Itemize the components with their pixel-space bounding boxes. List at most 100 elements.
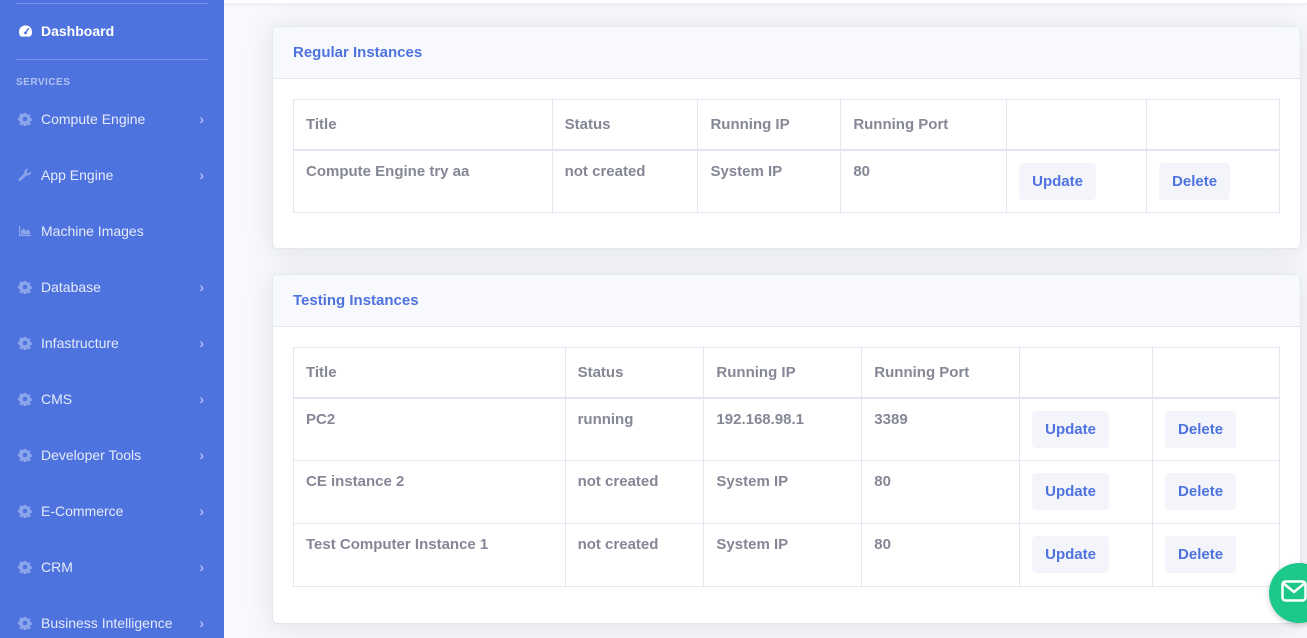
cell-status: not created <box>551 149 699 213</box>
column-header: Running Port <box>861 347 1021 399</box>
chevron-right-icon: › <box>199 391 204 407</box>
chevron-right-icon: › <box>199 559 204 575</box>
regular-instances-table: Title Status Running IP Running Port Comput… <box>293 99 1280 213</box>
cell-port: 80 <box>861 523 1021 587</box>
column-header: Status <box>551 99 699 151</box>
cell-update: Update <box>1006 149 1148 213</box>
column-header <box>1146 99 1280 151</box>
chart-area-icon <box>17 223 33 239</box>
sidebar-item-label: Business Intelligence <box>41 615 173 631</box>
update-button[interactable]: Update <box>1019 162 1096 200</box>
cell-title: PC2 <box>293 397 566 461</box>
table-row: CE instance 2 not created System IP 80 Updat… <box>293 460 1280 524</box>
table-row: Test Computer Instance 1 not created Syste… <box>293 523 1280 587</box>
cell-status: running <box>564 397 705 461</box>
gear-icon <box>17 391 33 407</box>
column-header: Status <box>564 347 705 399</box>
card-title: Regular Instances <box>293 44 423 61</box>
sidebar-item-label: CMS <box>41 391 73 407</box>
cell-update: Update <box>1019 523 1154 587</box>
sidebar-item-e-commerce[interactable]: E-Commerce › <box>0 483 224 539</box>
gear-icon <box>17 279 33 295</box>
chevron-right-icon: › <box>199 447 204 463</box>
sidebar-item-compute-engine[interactable]: Compute Engine › <box>0 91 224 147</box>
chevron-right-icon: › <box>199 167 204 183</box>
card-body: Title Status Running IP Running Port PC2 run… <box>273 327 1300 607</box>
sidebar-item-label: App Engine <box>41 167 114 183</box>
cell-ip: System IP <box>703 523 863 587</box>
sidebar: Dashboard SERVICES Compute Engine › App En… <box>0 0 224 638</box>
cell-update: Update <box>1019 397 1154 461</box>
chevron-right-icon: › <box>199 503 204 519</box>
chevron-right-icon: › <box>199 111 204 127</box>
cell-delete: Delete <box>1152 460 1280 524</box>
column-header <box>1006 99 1148 151</box>
card-header: Regular Instances <box>273 27 1300 79</box>
sidebar-item-crm[interactable]: CRM › <box>0 539 224 595</box>
testing-instances-table: Title Status Running IP Running Port PC2 run… <box>293 347 1280 587</box>
column-header: Running IP <box>697 99 842 151</box>
sidebar-item-dashboard[interactable]: Dashboard <box>0 3 224 59</box>
table-row: Compute Engine try aa not created System I… <box>293 149 1280 213</box>
gear-icon <box>17 447 33 463</box>
cell-delete: Delete <box>1152 397 1280 461</box>
chevron-right-icon: › <box>199 615 204 631</box>
cell-port: 80 <box>861 460 1021 524</box>
topbar <box>224 0 1307 3</box>
wrench-icon <box>17 167 33 183</box>
sidebar-item-cms[interactable]: CMS › <box>0 371 224 427</box>
sidebar-item-label: Infastructure <box>41 335 119 351</box>
cell-ip: 192.168.98.1 <box>703 397 863 461</box>
testing-instances-card: Testing Instances Title Status Running IP R… <box>272 274 1301 624</box>
card-title: Testing Instances <box>293 292 419 309</box>
delete-button[interactable]: Delete <box>1159 162 1231 200</box>
cell-status: not created <box>564 523 705 587</box>
card-header: Testing Instances <box>273 275 1300 327</box>
sidebar-item-app-engine[interactable]: App Engine › <box>0 147 224 203</box>
column-header <box>1152 347 1280 399</box>
sidebar-item-label: Dashboard <box>41 23 115 39</box>
sidebar-item-label: Machine Images <box>41 223 144 239</box>
cell-port: 80 <box>840 149 1008 213</box>
chevron-right-icon: › <box>199 335 204 351</box>
cell-title: Compute Engine try aa <box>293 149 553 213</box>
delete-button[interactable]: Delete <box>1165 536 1237 573</box>
sidebar-divider <box>16 59 208 60</box>
column-header <box>1019 347 1154 399</box>
sidebar-item-infastructure[interactable]: Infastructure › <box>0 315 224 371</box>
cell-delete: Delete <box>1152 523 1280 587</box>
sidebar-item-machine-images[interactable]: Machine Images <box>0 203 224 259</box>
gear-icon <box>17 111 33 127</box>
gear-icon <box>17 503 33 519</box>
regular-instances-card: Regular Instances Title Status Running IP R… <box>272 26 1301 249</box>
column-header: Running IP <box>703 347 863 399</box>
sidebar-item-label: Developer Tools <box>41 447 142 463</box>
chevron-right-icon: › <box>199 279 204 295</box>
sidebar-item-database[interactable]: Database › <box>0 259 224 315</box>
table-row: PC2 running 192.168.98.1 3389 Update Delete <box>293 397 1280 461</box>
delete-button[interactable]: Delete <box>1165 410 1237 448</box>
cell-ip: System IP <box>697 149 842 213</box>
update-button[interactable]: Update <box>1032 536 1109 573</box>
cell-title: CE instance 2 <box>293 460 566 524</box>
cell-delete: Delete <box>1146 149 1280 213</box>
envelope-icon <box>1281 579 1307 607</box>
column-header: Title <box>293 99 553 151</box>
sidebar-item-label: Database <box>41 279 101 295</box>
cell-port: 3389 <box>861 397 1021 461</box>
gear-icon <box>17 335 33 351</box>
tachometer-icon <box>17 23 33 39</box>
update-button[interactable]: Update <box>1032 410 1109 448</box>
gear-icon <box>17 615 33 631</box>
gear-icon <box>17 559 33 575</box>
delete-button[interactable]: Delete <box>1165 473 1237 510</box>
sidebar-heading: SERVICES <box>16 77 71 88</box>
column-header: Running Port <box>840 99 1008 151</box>
cell-ip: System IP <box>703 460 863 524</box>
sidebar-item-developer-tools[interactable]: Developer Tools › <box>0 427 224 483</box>
sidebar-item-label: Compute Engine <box>41 111 146 127</box>
cell-title: Test Computer Instance 1 <box>293 523 566 587</box>
update-button[interactable]: Update <box>1032 473 1109 510</box>
sidebar-item-business-intelligence[interactable]: Business Intelligence › <box>0 595 224 638</box>
card-body: Title Status Running IP Running Port Comput… <box>273 79 1300 233</box>
